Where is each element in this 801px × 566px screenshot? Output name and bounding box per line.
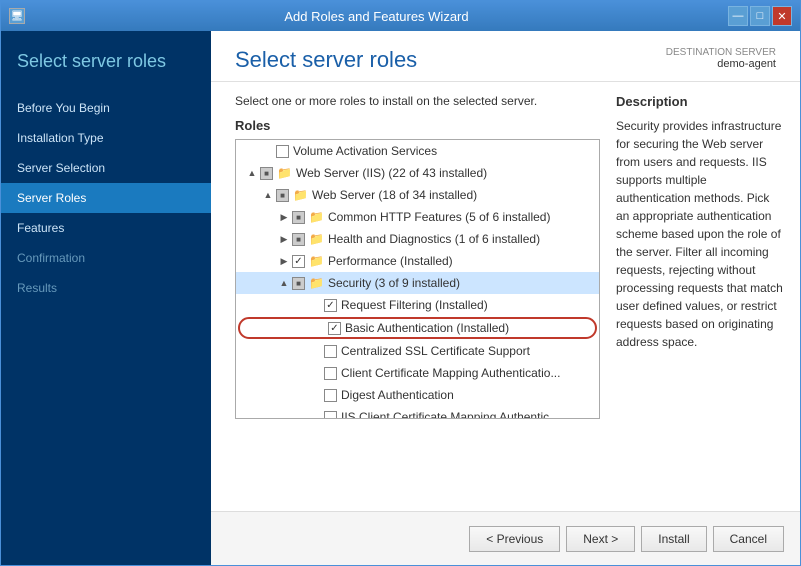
folder-icon-4: 📁 [309, 232, 324, 246]
sidebar-nav: Before You Begin Installation Type Serve… [1, 93, 211, 303]
folder-icon-6: 📁 [309, 276, 324, 290]
sidebar: Select server roles Before You Begin Ins… [1, 31, 211, 565]
install-button[interactable]: Install [641, 526, 706, 552]
previous-button[interactable]: < Previous [469, 526, 560, 552]
description-section: Description Security provides infrastruc… [600, 94, 800, 511]
sidebar-item-before-you-begin[interactable]: Before You Begin [1, 93, 211, 123]
checkbox-iis-client-cert[interactable] [324, 411, 337, 420]
destination-server-label: DESTINATION SERVER [666, 47, 776, 58]
tree-item-label: Basic Authentication (Installed) [345, 321, 509, 335]
expand-icon-common[interactable]: ▶ [276, 209, 292, 225]
roles-label: Roles [235, 118, 600, 133]
collapse-icon-2[interactable]: ▲ [260, 187, 276, 203]
tree-item-iis-client-cert[interactable]: IIS Client Certificate Mapping Authentic… [236, 406, 599, 419]
checkbox-centralized-ssl[interactable] [324, 345, 337, 358]
description-text: Security provides infrastructure for sec… [616, 117, 784, 351]
wizard-window: 🖥 Add Roles and Features Wizard — □ ✕ Se… [0, 0, 801, 566]
tree-item-label: Request Filtering (Installed) [341, 298, 488, 312]
instruction-text: Select one or more roles to install on t… [235, 94, 600, 108]
tree-item-label: Digest Authentication [341, 388, 454, 402]
page-title: Select server roles [235, 47, 417, 73]
window-title: Add Roles and Features Wizard [25, 9, 728, 24]
tree-item-client-cert[interactable]: Client Certificate Mapping Authenticatio… [236, 362, 599, 384]
checkbox-volume-activation[interactable] [276, 145, 289, 158]
sidebar-item-results: Results [1, 273, 211, 303]
destination-server-info: DESTINATION SERVER demo-agent [666, 47, 776, 70]
destination-server-name: demo-agent [666, 58, 776, 70]
tree-item-label: Client Certificate Mapping Authenticatio… [341, 366, 560, 380]
tree-item-web-server-iis[interactable]: ▲ 📁 Web Server (IIS) (22 of 43 installed… [236, 162, 599, 184]
checkbox-digest-auth[interactable] [324, 389, 337, 402]
tree-item-security[interactable]: ▲ 📁 Security (3 of 9 installed) [236, 272, 599, 294]
checkbox-health-diag[interactable] [292, 233, 305, 246]
collapse-icon[interactable]: ▲ [244, 165, 260, 181]
tree-item-common-http[interactable]: ▶ 📁 Common HTTP Features (5 of 6 install… [236, 206, 599, 228]
checkbox-client-cert[interactable] [324, 367, 337, 380]
tree-item-label: Web Server (IIS) (22 of 43 installed) [296, 166, 487, 180]
main-content: Select server roles DESTINATION SERVER d… [211, 31, 800, 565]
wizard-footer: < Previous Next > Install Cancel [211, 511, 800, 565]
tree-item-performance[interactable]: ▶ 📁 Performance (Installed) [236, 250, 599, 272]
folder-icon-5: 📁 [309, 254, 324, 268]
roles-section: Select one or more roles to install on t… [235, 94, 600, 511]
minimize-button[interactable]: — [728, 6, 748, 26]
tree-item-label: Security (3 of 9 installed) [328, 276, 460, 290]
checkbox-request-filtering[interactable] [324, 299, 337, 312]
checkbox-web-server-18[interactable] [276, 189, 289, 202]
tree-item-label: Centralized SSL Certificate Support [341, 344, 530, 358]
tree-item-label: Health and Diagnostics (1 of 6 installed… [328, 232, 540, 246]
folder-icon-2: 📁 [293, 188, 308, 202]
content-area: Select server roles Before You Begin Ins… [1, 31, 800, 565]
tree-item-label: Volume Activation Services [293, 144, 437, 158]
tree-item-label: Common HTTP Features (5 of 6 installed) [328, 210, 551, 224]
tree-item-centralized-ssl[interactable]: Centralized SSL Certificate Support [236, 340, 599, 362]
main-body: Select one or more roles to install on t… [211, 82, 800, 511]
checkbox-basic-auth[interactable] [328, 322, 341, 335]
tree-item-label: Web Server (18 of 34 installed) [312, 188, 477, 202]
checkbox-web-server-iis[interactable] [260, 167, 273, 180]
checkbox-common-http[interactable] [292, 211, 305, 224]
description-label: Description [616, 94, 784, 109]
roles-tree: Volume Activation Services ▲ 📁 Web Serve… [236, 140, 599, 419]
sidebar-item-features[interactable]: Features [1, 213, 211, 243]
tree-item-request-filtering[interactable]: Request Filtering (Installed) [236, 294, 599, 316]
main-header: Select server roles DESTINATION SERVER d… [211, 31, 800, 82]
tree-item-digest-auth[interactable]: Digest Authentication [236, 384, 599, 406]
tree-item-label: IIS Client Certificate Mapping Authentic… [341, 410, 559, 419]
restore-button[interactable]: □ [750, 6, 770, 26]
next-button[interactable]: Next > [566, 526, 635, 552]
window-controls: — □ ✕ [728, 6, 792, 26]
checkbox-security[interactable] [292, 277, 305, 290]
tree-item-volume-activation[interactable]: Volume Activation Services [236, 140, 599, 162]
collapse-icon-security[interactable]: ▲ [276, 275, 292, 291]
folder-icon: 📁 [277, 166, 292, 180]
window-icon: 🖥 [9, 8, 25, 24]
cancel-button[interactable]: Cancel [713, 526, 784, 552]
checkbox-performance[interactable] [292, 255, 305, 268]
sidebar-item-installation-type[interactable]: Installation Type [1, 123, 211, 153]
roles-tree-container[interactable]: Volume Activation Services ▲ 📁 Web Serve… [235, 139, 600, 419]
folder-icon-3: 📁 [309, 210, 324, 224]
tree-item-health-diag[interactable]: ▶ 📁 Health and Diagnostics (1 of 6 insta… [236, 228, 599, 250]
titlebar: 🖥 Add Roles and Features Wizard — □ ✕ [1, 1, 800, 31]
tree-item-basic-auth[interactable]: Basic Authentication (Installed) [238, 317, 597, 339]
expand-icon-perf[interactable]: ▶ [276, 253, 292, 269]
sidebar-header: Select server roles [1, 31, 211, 83]
sidebar-item-server-selection[interactable]: Server Selection [1, 153, 211, 183]
sidebar-item-confirmation: Confirmation [1, 243, 211, 273]
close-button[interactable]: ✕ [772, 6, 792, 26]
sidebar-item-server-roles[interactable]: Server Roles [1, 183, 211, 213]
tree-item-web-server-18[interactable]: ▲ 📁 Web Server (18 of 34 installed) [236, 184, 599, 206]
tree-item-label: Performance (Installed) [328, 254, 453, 268]
expand-icon-health[interactable]: ▶ [276, 231, 292, 247]
